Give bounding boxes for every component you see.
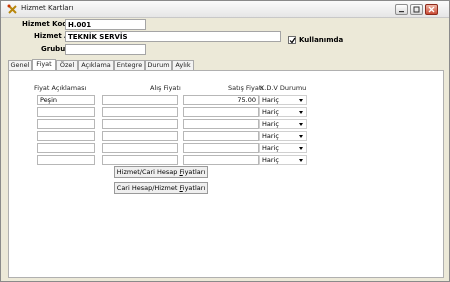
maximize-icon [413, 6, 420, 13]
dropdown-arrow-icon [299, 147, 303, 150]
row-6-sell-price[interactable] [183, 155, 259, 165]
row-1-kdv-select[interactable]: Hariç [259, 95, 307, 105]
row-5-buy-price[interactable] [102, 143, 178, 153]
price-description-header: Fiyat Açıklaması [34, 84, 87, 92]
tab-entegre[interactable]: Entegre [114, 60, 145, 70]
dropdown-arrow-icon [299, 159, 303, 162]
service-code-field[interactable]: H.001 [65, 19, 146, 30]
row-3-description[interactable] [37, 119, 95, 129]
in-use-label: Kullanımda [299, 36, 344, 44]
row-1-sell-price[interactable]: 75.00 [183, 95, 259, 105]
row-5-description[interactable] [37, 143, 95, 153]
tab-fiyat[interactable]: Fiyat [32, 59, 56, 70]
title-bar[interactable]: Hizmet Kartları [1, 1, 449, 18]
row-5-kdv-value: Hariç [262, 144, 279, 152]
dropdown-arrow-icon [299, 123, 303, 126]
row-1-buy-price[interactable] [102, 95, 178, 105]
button-label-suffix: iyatları [182, 184, 206, 192]
row-2-kdv-value: Hariç [262, 108, 279, 116]
service-name-field[interactable]: TEKNİK SERVİS [65, 31, 281, 42]
price-tab-panel: Fiyat Açıklaması Alış Fiyatı Satış Fiyat… [8, 70, 444, 278]
button-label-prefix: Cari Hesap/Hizmet [116, 184, 180, 192]
service-to-account-prices-button[interactable]: Hizmet/Cari Hesap Fiyatları [114, 166, 208, 178]
row-4-kdv-value: Hariç [262, 132, 279, 140]
maximize-button[interactable] [410, 4, 423, 15]
row-6-description[interactable] [37, 155, 95, 165]
group-label: Grubu [41, 45, 66, 53]
buy-price-header: Alış Fiyatı [150, 84, 181, 92]
button-label-prefix: Hizmet/Cari Hesap [116, 168, 180, 176]
tab-ozel[interactable]: Özel [56, 60, 78, 70]
app-icon [7, 4, 18, 15]
checkmark-icon [289, 37, 296, 44]
dropdown-arrow-icon [299, 135, 303, 138]
in-use-checkbox[interactable] [288, 36, 296, 44]
window-title: Hizmet Kartları [21, 4, 74, 12]
row-5-sell-price[interactable] [183, 143, 259, 153]
row-3-kdv-select[interactable]: Hariç [259, 119, 307, 129]
tab-aciklama[interactable]: Açıklama [78, 60, 114, 70]
button-label-suffix: iyatları [182, 168, 206, 176]
row-1-kdv-value: Hariç [262, 96, 279, 104]
minimize-icon [399, 11, 404, 13]
row-2-buy-price[interactable] [102, 107, 178, 117]
row-6-buy-price[interactable] [102, 155, 178, 165]
account-to-service-prices-button[interactable]: Cari Hesap/Hizmet Fiyatları [114, 182, 208, 194]
row-2-description[interactable] [37, 107, 95, 117]
close-icon [428, 6, 435, 13]
row-2-kdv-select[interactable]: Hariç [259, 107, 307, 117]
row-4-sell-price[interactable] [183, 131, 259, 141]
dropdown-arrow-icon [299, 99, 303, 102]
row-1-description[interactable]: Peşin [37, 95, 95, 105]
close-button[interactable] [425, 4, 438, 15]
row-2-sell-price[interactable] [183, 107, 259, 117]
row-4-kdv-select[interactable]: Hariç [259, 131, 307, 141]
hizmet-kartlari-window: Hizmet Kartları Hizmet Kodu H.001 Hizmet… [0, 0, 450, 282]
row-4-description[interactable] [37, 131, 95, 141]
row-6-kdv-value: Hariç [262, 156, 279, 164]
tab-genel[interactable]: Genel [8, 60, 32, 70]
row-6-kdv-select[interactable]: Hariç [259, 155, 307, 165]
row-4-buy-price[interactable] [102, 131, 178, 141]
row-3-sell-price[interactable] [183, 119, 259, 129]
tab-aylik[interactable]: Aylık [172, 60, 194, 70]
sell-price-header: Satış Fiyatı [228, 84, 264, 92]
dropdown-arrow-icon [299, 111, 303, 114]
tab-durum[interactable]: Durum [145, 60, 172, 70]
minimize-button[interactable] [395, 4, 408, 15]
row-3-buy-price[interactable] [102, 119, 178, 129]
group-field[interactable] [65, 44, 146, 55]
row-3-kdv-value: Hariç [262, 120, 279, 128]
kdv-status-header: K.D.V Durumu [260, 84, 307, 92]
row-5-kdv-select[interactable]: Hariç [259, 143, 307, 153]
